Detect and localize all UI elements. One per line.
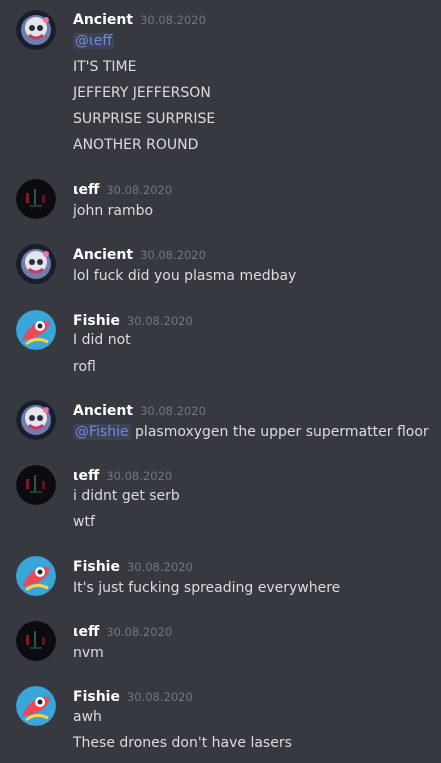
username[interactable]: Ancient xyxy=(73,247,133,263)
timestamp: 30.08.2020 xyxy=(140,248,206,262)
message-header: Ancient 30.08.2020 xyxy=(73,9,206,29)
message-line: nvm xyxy=(73,645,104,661)
timestamp: 30.08.2020 xyxy=(126,560,193,574)
username[interactable]: Ancient xyxy=(73,12,133,28)
message-line: lol fuck did you plasma medbay xyxy=(73,268,297,284)
timestamp: 30.08.2020 xyxy=(106,183,173,197)
ancient-avatar-icon[interactable] xyxy=(16,10,56,50)
message-text: plasmoxygen the upper supermatter floor xyxy=(130,424,429,440)
ancient-avatar-icon[interactable] xyxy=(16,400,56,440)
message-header: ιeff 30.08.2020 xyxy=(73,179,172,199)
ieff-avatar-icon[interactable] xyxy=(16,465,56,505)
mention[interactable]: @ιeff xyxy=(73,33,114,49)
message-line: IT'S TIME xyxy=(73,59,137,75)
ancient-avatar-icon[interactable] xyxy=(16,244,56,284)
message-line: SURPRISE SURPRISE xyxy=(73,111,216,127)
username[interactable]: ιeff xyxy=(73,182,99,198)
message-header: Ancient 30.08.2020 xyxy=(73,400,206,420)
fishie-avatar-icon[interactable] xyxy=(16,686,56,726)
message-line: These drones don't have lasers xyxy=(73,735,292,751)
username[interactable]: Fishie xyxy=(73,689,120,705)
message-line: i didnt get serb xyxy=(73,488,180,504)
timestamp: 30.08.2020 xyxy=(106,625,173,639)
username[interactable]: Fishie xyxy=(73,559,120,575)
message-header: Fishie 30.08.2020 xyxy=(73,310,193,330)
timestamp: 30.08.2020 xyxy=(140,404,206,418)
message-line: JEFFERY JEFFERSON xyxy=(73,85,211,101)
ieff-avatar-icon[interactable] xyxy=(16,621,56,661)
ieff-avatar-icon[interactable] xyxy=(16,179,56,219)
message-header: ιeff 30.08.2020 xyxy=(73,465,172,485)
message-line: wtf xyxy=(73,514,95,530)
message-line: I did not xyxy=(73,332,131,348)
message-line: @Fishie plasmoxygen the upper supermatte… xyxy=(73,422,429,442)
username[interactable]: ιeff xyxy=(73,468,99,484)
fishie-avatar-icon[interactable] xyxy=(16,310,56,350)
mention[interactable]: @Fishie xyxy=(73,424,131,440)
message-header: Ancient 30.08.2020 xyxy=(73,244,206,264)
message-header: ιeff 30.08.2020 xyxy=(73,621,172,641)
username[interactable]: ιeff xyxy=(73,624,99,640)
message-header: Fishie 30.08.2020 xyxy=(73,556,193,576)
timestamp: 30.08.2020 xyxy=(140,13,206,27)
message-line: awh xyxy=(73,709,102,725)
timestamp: 30.08.2020 xyxy=(126,314,193,328)
timestamp: 30.08.2020 xyxy=(106,469,173,483)
message-line: @ιeff xyxy=(73,31,114,51)
message-line: john rambo xyxy=(73,203,154,219)
message-line: ANOTHER ROUND xyxy=(73,137,199,153)
message-line: rofl xyxy=(73,359,96,375)
message-line: It's just fucking spreading everywhere xyxy=(73,580,341,596)
username[interactable]: Fishie xyxy=(73,313,120,329)
fishie-avatar-icon[interactable] xyxy=(16,556,56,596)
message-header: Fishie 30.08.2020 xyxy=(73,686,193,706)
timestamp: 30.08.2020 xyxy=(126,690,193,704)
username[interactable]: Ancient xyxy=(73,403,133,419)
